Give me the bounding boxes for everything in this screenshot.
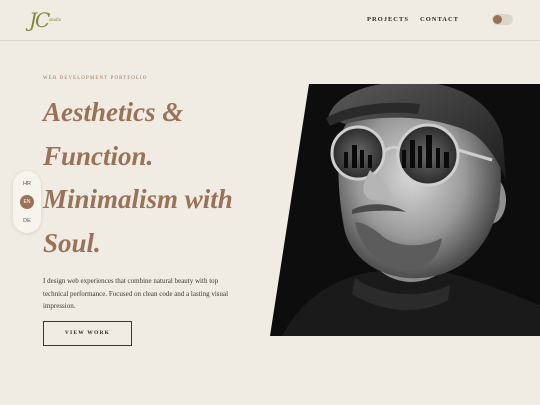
nav-link-contact[interactable]: CONTACT [420, 16, 459, 23]
logo-mark: JC [29, 8, 50, 32]
theme-toggle-icon[interactable] [492, 14, 513, 25]
language-option-hr[interactable]: HR [13, 181, 41, 187]
hero-description: I design web experiences that combine na… [43, 277, 229, 310]
hero-eyebrow: WEB DEVELOPMENT PORTFOLIO [43, 76, 148, 81]
view-work-button[interactable]: VIEW WORK [43, 321, 132, 346]
logo-text: studio [49, 18, 62, 23]
language-switcher: HR EN DE [13, 171, 41, 233]
language-option-de[interactable]: DE [13, 218, 41, 224]
headline-line-2: Function. [43, 140, 154, 171]
site-logo[interactable]: JC studio [27, 8, 73, 32]
language-option-en[interactable]: EN [20, 195, 34, 209]
headline-line-4: Soul. [43, 227, 101, 258]
toggle-knob [493, 15, 502, 24]
hero-headline: Aesthetics & Function. Minimalism with S… [43, 91, 293, 265]
top-navigation-bar: JC studio PROJECTS CONTACT [0, 0, 540, 41]
headline-line-3: Minimalism with [43, 184, 233, 214]
nav-link-projects[interactable]: PROJECTS [367, 16, 409, 23]
headline-line-1: Aesthetics & [43, 97, 184, 127]
